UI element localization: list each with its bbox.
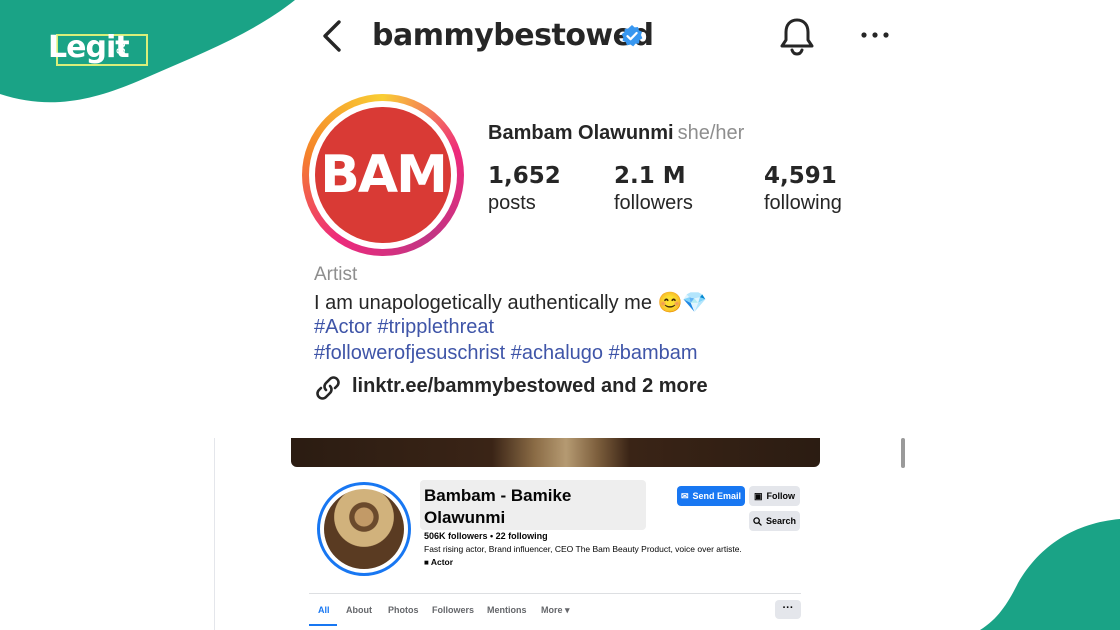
avatar-gap: BAM [309,101,457,249]
verified-badge-icon [621,25,643,47]
fb-category-label: Actor [430,557,454,567]
briefcase-icon: ■ [424,558,429,567]
followers-label: followers [614,192,693,214]
follow-icon: ▣ [753,490,763,501]
tab-mentions[interactable]: Mentions [487,605,527,615]
fb-follow-counts[interactable]: 506K followers • 22 following [424,531,548,541]
search-button[interactable]: Search [749,511,800,531]
fb-profile-avatar[interactable] [317,482,411,576]
followers-count: 2.1 M [614,163,686,189]
link-icon [316,376,340,400]
mail-icon: ✉ [680,490,689,501]
active-tab-indicator [309,624,337,626]
profile-username: bammybestowed [372,18,654,53]
cover-photo[interactable] [291,438,820,467]
posts-count: 1,652 [488,163,561,189]
profile-category: Artist [314,264,358,285]
stat-followers[interactable]: 2.1 M followers [614,163,693,215]
avatar-logo-text: BAM [320,145,448,205]
overflow-menu-button[interactable]: ··· [775,600,801,619]
fb-category: ■ Actor [424,557,453,567]
profile-display-name: Bambam Olawunmi she/her [488,122,744,145]
following-label: following [764,192,842,214]
tab-photos[interactable]: Photos [388,605,419,615]
fb-avatar-image [324,489,404,569]
posts-label: posts [488,192,536,214]
send-email-label: Send Email [692,491,742,501]
tabs-divider [309,593,801,594]
follow-button[interactable]: ▣ Follow [749,486,800,506]
send-email-button[interactable]: ✉ Send Email [677,486,745,506]
back-chevron-icon[interactable] [318,18,348,54]
site-logo-suffix: .ng [116,38,128,55]
bell-icon[interactable] [778,16,816,56]
hashtags-line-1[interactable]: #Actor #tripplethreat [314,316,494,339]
tab-more[interactable]: More ▾ [541,605,570,616]
more-dots-icon[interactable] [858,25,892,45]
profile-bio: I am unapologetically authentically me 😊… [314,292,708,314]
tab-all[interactable]: All [318,605,330,615]
display-name-text: Bambam Olawunmi [488,122,674,144]
following-count: 4,591 [764,163,837,189]
fb-profile-name: Bambam - Bamike Olawunmi [424,486,572,527]
brand-corner-shape-bottom [980,519,1120,630]
follow-label: Follow [766,491,796,501]
tab-followers[interactable]: Followers [432,605,474,615]
stat-posts[interactable]: 1,652 posts [488,163,561,215]
profile-link[interactable]: linktr.ee/bammybestowed and 2 more [352,375,708,398]
profile-avatar[interactable]: BAM [302,94,464,256]
avatar-image: BAM [315,107,451,243]
fb-intro-text: Fast rising actor, Brand influencer, CEO… [424,544,742,554]
pronouns: she/her [677,122,745,144]
stat-following[interactable]: 4,591 following [764,163,842,215]
tab-about[interactable]: About [346,605,372,615]
brand-corner-shape [0,0,295,103]
scrollbar-thumb[interactable] [901,438,905,468]
search-label: Search [765,516,797,526]
hashtags-line-2[interactable]: #followerofjesuschrist #achalugo #bambam [314,342,698,365]
search-icon [753,516,762,526]
